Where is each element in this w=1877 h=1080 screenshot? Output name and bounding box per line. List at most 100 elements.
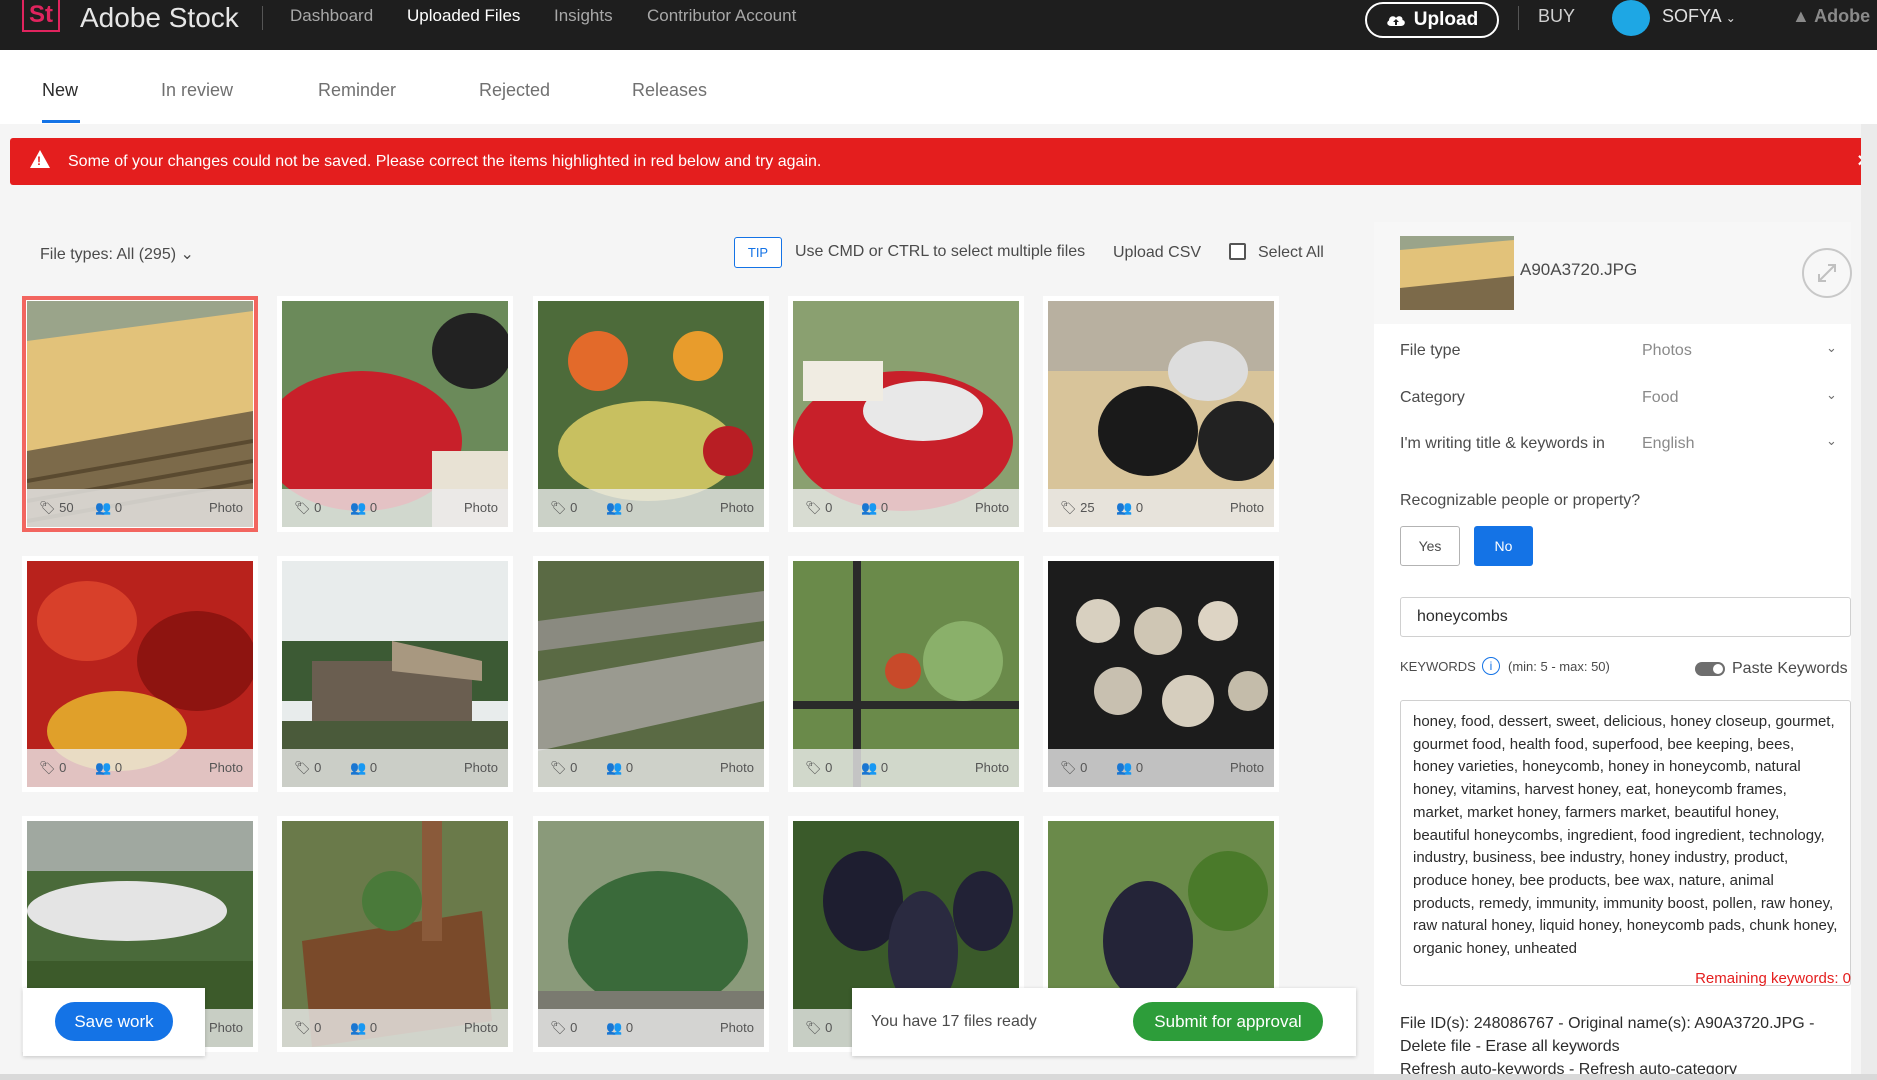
adobe-label: Adobe <box>1814 6 1871 26</box>
tab-rejected[interactable]: Rejected <box>479 80 550 101</box>
submit-for-approval-button[interactable]: Submit for approval <box>1133 1002 1323 1041</box>
tab-reminder[interactable]: Reminder <box>318 80 396 101</box>
thumbnail-house: 🏷 0 👥 0 Photo <box>282 561 508 787</box>
nav-insights[interactable]: Insights <box>554 6 613 26</box>
file-card[interactable]: 🏷 0 👥 0 Photo <box>533 816 769 1052</box>
file-card[interactable]: 🏷 50 👥 0 Photo <box>22 296 258 532</box>
chevron-down-icon[interactable]: ⌄ <box>1826 433 1837 449</box>
people-count: 👥 0 <box>606 500 634 515</box>
file-type-label: Photo <box>720 760 754 775</box>
file-card[interactable]: 🏷 0 👥 0 Photo <box>788 556 1024 792</box>
nav-contributor-account[interactable]: Contributor Account <box>647 6 796 26</box>
keyword-count: 🏷 0 <box>39 760 67 775</box>
file-type-select[interactable]: Photos <box>1642 342 1692 360</box>
scrollbar[interactable] <box>1861 124 1877 1080</box>
file-card[interactable]: 🏷 0 👥 0 Photo <box>277 556 513 792</box>
people-count: 👥 0 <box>350 500 378 515</box>
cloud-upload-icon <box>1387 16 1405 26</box>
keywords-label: KEYWORDS <box>1400 659 1476 674</box>
chevron-down-icon[interactable]: ⌄ <box>1826 387 1837 403</box>
thumb-footer: 🏷 0 👥 0 Photo <box>282 489 508 527</box>
file-card[interactable]: 🏷 0 👥 0 Photo <box>1043 556 1279 792</box>
remaining-keywords: Remaining keywords: 0 <box>1695 970 1851 987</box>
nav-dashboard[interactable]: Dashboard <box>290 6 373 26</box>
divider <box>262 6 263 30</box>
upload-csv-link[interactable]: Upload CSV <box>1113 244 1201 262</box>
file-type-label: Photo <box>209 500 243 515</box>
chevron-down-icon[interactable]: ⌄ <box>1826 340 1837 356</box>
username: SOFYA <box>1662 6 1721 26</box>
active-tab-indicator <box>42 120 80 123</box>
files-ready-text: You have 17 files ready <box>871 1013 1037 1030</box>
paste-keywords-label: Paste Keywords <box>1732 660 1848 677</box>
save-work-button[interactable]: Save work <box>55 1002 173 1041</box>
save-bar: Save work <box>23 988 205 1056</box>
file-card[interactable]: 🏷 0 👥 0 Photo <box>533 296 769 532</box>
adobe-stock-logo[interactable]: St <box>22 0 60 32</box>
buy-link[interactable]: BUY <box>1538 6 1575 27</box>
file-type-label: Photo <box>464 500 498 515</box>
adobe-logo[interactable]: ▲ Adobe <box>1792 6 1870 27</box>
user-menu[interactable]: SOFYA ⌄ <box>1662 6 1736 27</box>
selected-file-thumbnail <box>1400 236 1514 310</box>
language-select[interactable]: English <box>1642 435 1694 453</box>
file-card[interactable]: 🏷 25 👥 0 Photo <box>1043 296 1279 532</box>
file-card[interactable]: 🏷 0 👥 0 Photo <box>277 816 513 1052</box>
file-details-panel: A90A3720.JPG File type Photos ⌄ Category… <box>1374 222 1852 1080</box>
file-type-label: File type <box>1400 342 1461 359</box>
logo-text: St <box>29 1 53 28</box>
thumbnail-fruit-stand: 🏷 0 👥 0 Photo <box>538 301 764 527</box>
expand-button[interactable] <box>1802 248 1852 298</box>
submit-bar: You have 17 files ready Submit for appro… <box>852 988 1356 1056</box>
thumbnail-stone-path: 🏷 0 👥 0 Photo <box>538 561 764 787</box>
file-card[interactable]: 🏷 0 👥 0 Photo <box>788 296 1024 532</box>
thumbnail-garlic: 🏷 0 👥 0 Photo <box>1048 561 1274 787</box>
file-types-dropdown[interactable]: File types: All (295) ⌄ <box>40 244 194 264</box>
panel-header: A90A3720.JPG <box>1374 222 1852 324</box>
info-icon[interactable]: i <box>1482 657 1500 675</box>
category-select[interactable]: Food <box>1642 389 1678 407</box>
brand-name[interactable]: Adobe Stock <box>80 2 239 34</box>
title-input[interactable]: honeycombs <box>1400 597 1851 637</box>
thumb-footer: 🏷 0 👥 0 Photo <box>538 489 764 527</box>
no-button[interactable]: No <box>1474 526 1533 566</box>
category-label: Category <box>1400 389 1465 406</box>
keyword-count: 🏷 0 <box>294 1020 322 1035</box>
warning-icon: ! <box>30 150 50 168</box>
top-bar: St Adobe Stock Dashboard Uploaded Files … <box>0 0 1877 50</box>
keyword-count: 🏷 0 <box>550 760 578 775</box>
thumbnail-strawberries: 🏷 0 👥 0 Photo <box>282 301 508 527</box>
nav-uploaded-files[interactable]: Uploaded Files <box>407 6 520 26</box>
people-count: 👥 0 <box>861 500 889 515</box>
delete-erase-links[interactable]: Delete file - Erase all keywords <box>1400 1035 1850 1058</box>
people-count: 👥 0 <box>1116 500 1144 515</box>
selected-filename: A90A3720.JPG <box>1520 260 1638 279</box>
keyword-count: 🏷 0 <box>550 1020 578 1035</box>
file-card[interactable]: 🏷 0 👥 0 Photo <box>277 296 513 532</box>
file-card[interactable]: 🏷 0 👥 0 Photo <box>533 556 769 792</box>
thumbnail-planter: 🏷 0 👥 0 Photo <box>282 821 508 1047</box>
keyword-count: 🏷 0 <box>805 500 833 515</box>
keywords-textarea[interactable]: honey, food, dessert, sweet, delicious, … <box>1400 700 1851 986</box>
keyword-count: 🏷 0 <box>805 1020 833 1035</box>
tip-badge: TIP <box>734 237 782 268</box>
thumb-footer: 🏷 0 👥 0 Photo <box>793 749 1019 787</box>
tab-releases[interactable]: Releases <box>632 80 707 101</box>
avatar[interactable] <box>1612 0 1650 36</box>
file-card[interactable]: 🏷 0 👥 0 Photo <box>22 556 258 792</box>
paste-keywords-toggle[interactable] <box>1695 662 1725 676</box>
upload-button[interactable]: Upload <box>1365 2 1499 38</box>
thumb-footer: 🏷 0 👥 0 Photo <box>27 749 253 787</box>
select-all-label[interactable]: Select All <box>1258 244 1324 262</box>
select-all-checkbox[interactable] <box>1229 243 1246 260</box>
keyword-count: 🏷 0 <box>294 760 322 775</box>
file-type-label: Photo <box>1230 500 1264 515</box>
tab-in-review[interactable]: In review <box>161 80 233 101</box>
file-types-label: File types: All (295) <box>40 246 177 263</box>
yes-button[interactable]: Yes <box>1400 526 1460 566</box>
people-count: 👥 0 <box>1116 760 1144 775</box>
keyword-count: 🏷 50 <box>39 500 74 515</box>
people-count: 👥 0 <box>606 1020 634 1035</box>
error-banner: ! Some of your changes could not be save… <box>10 138 1877 185</box>
tab-new[interactable]: New <box>42 80 78 101</box>
